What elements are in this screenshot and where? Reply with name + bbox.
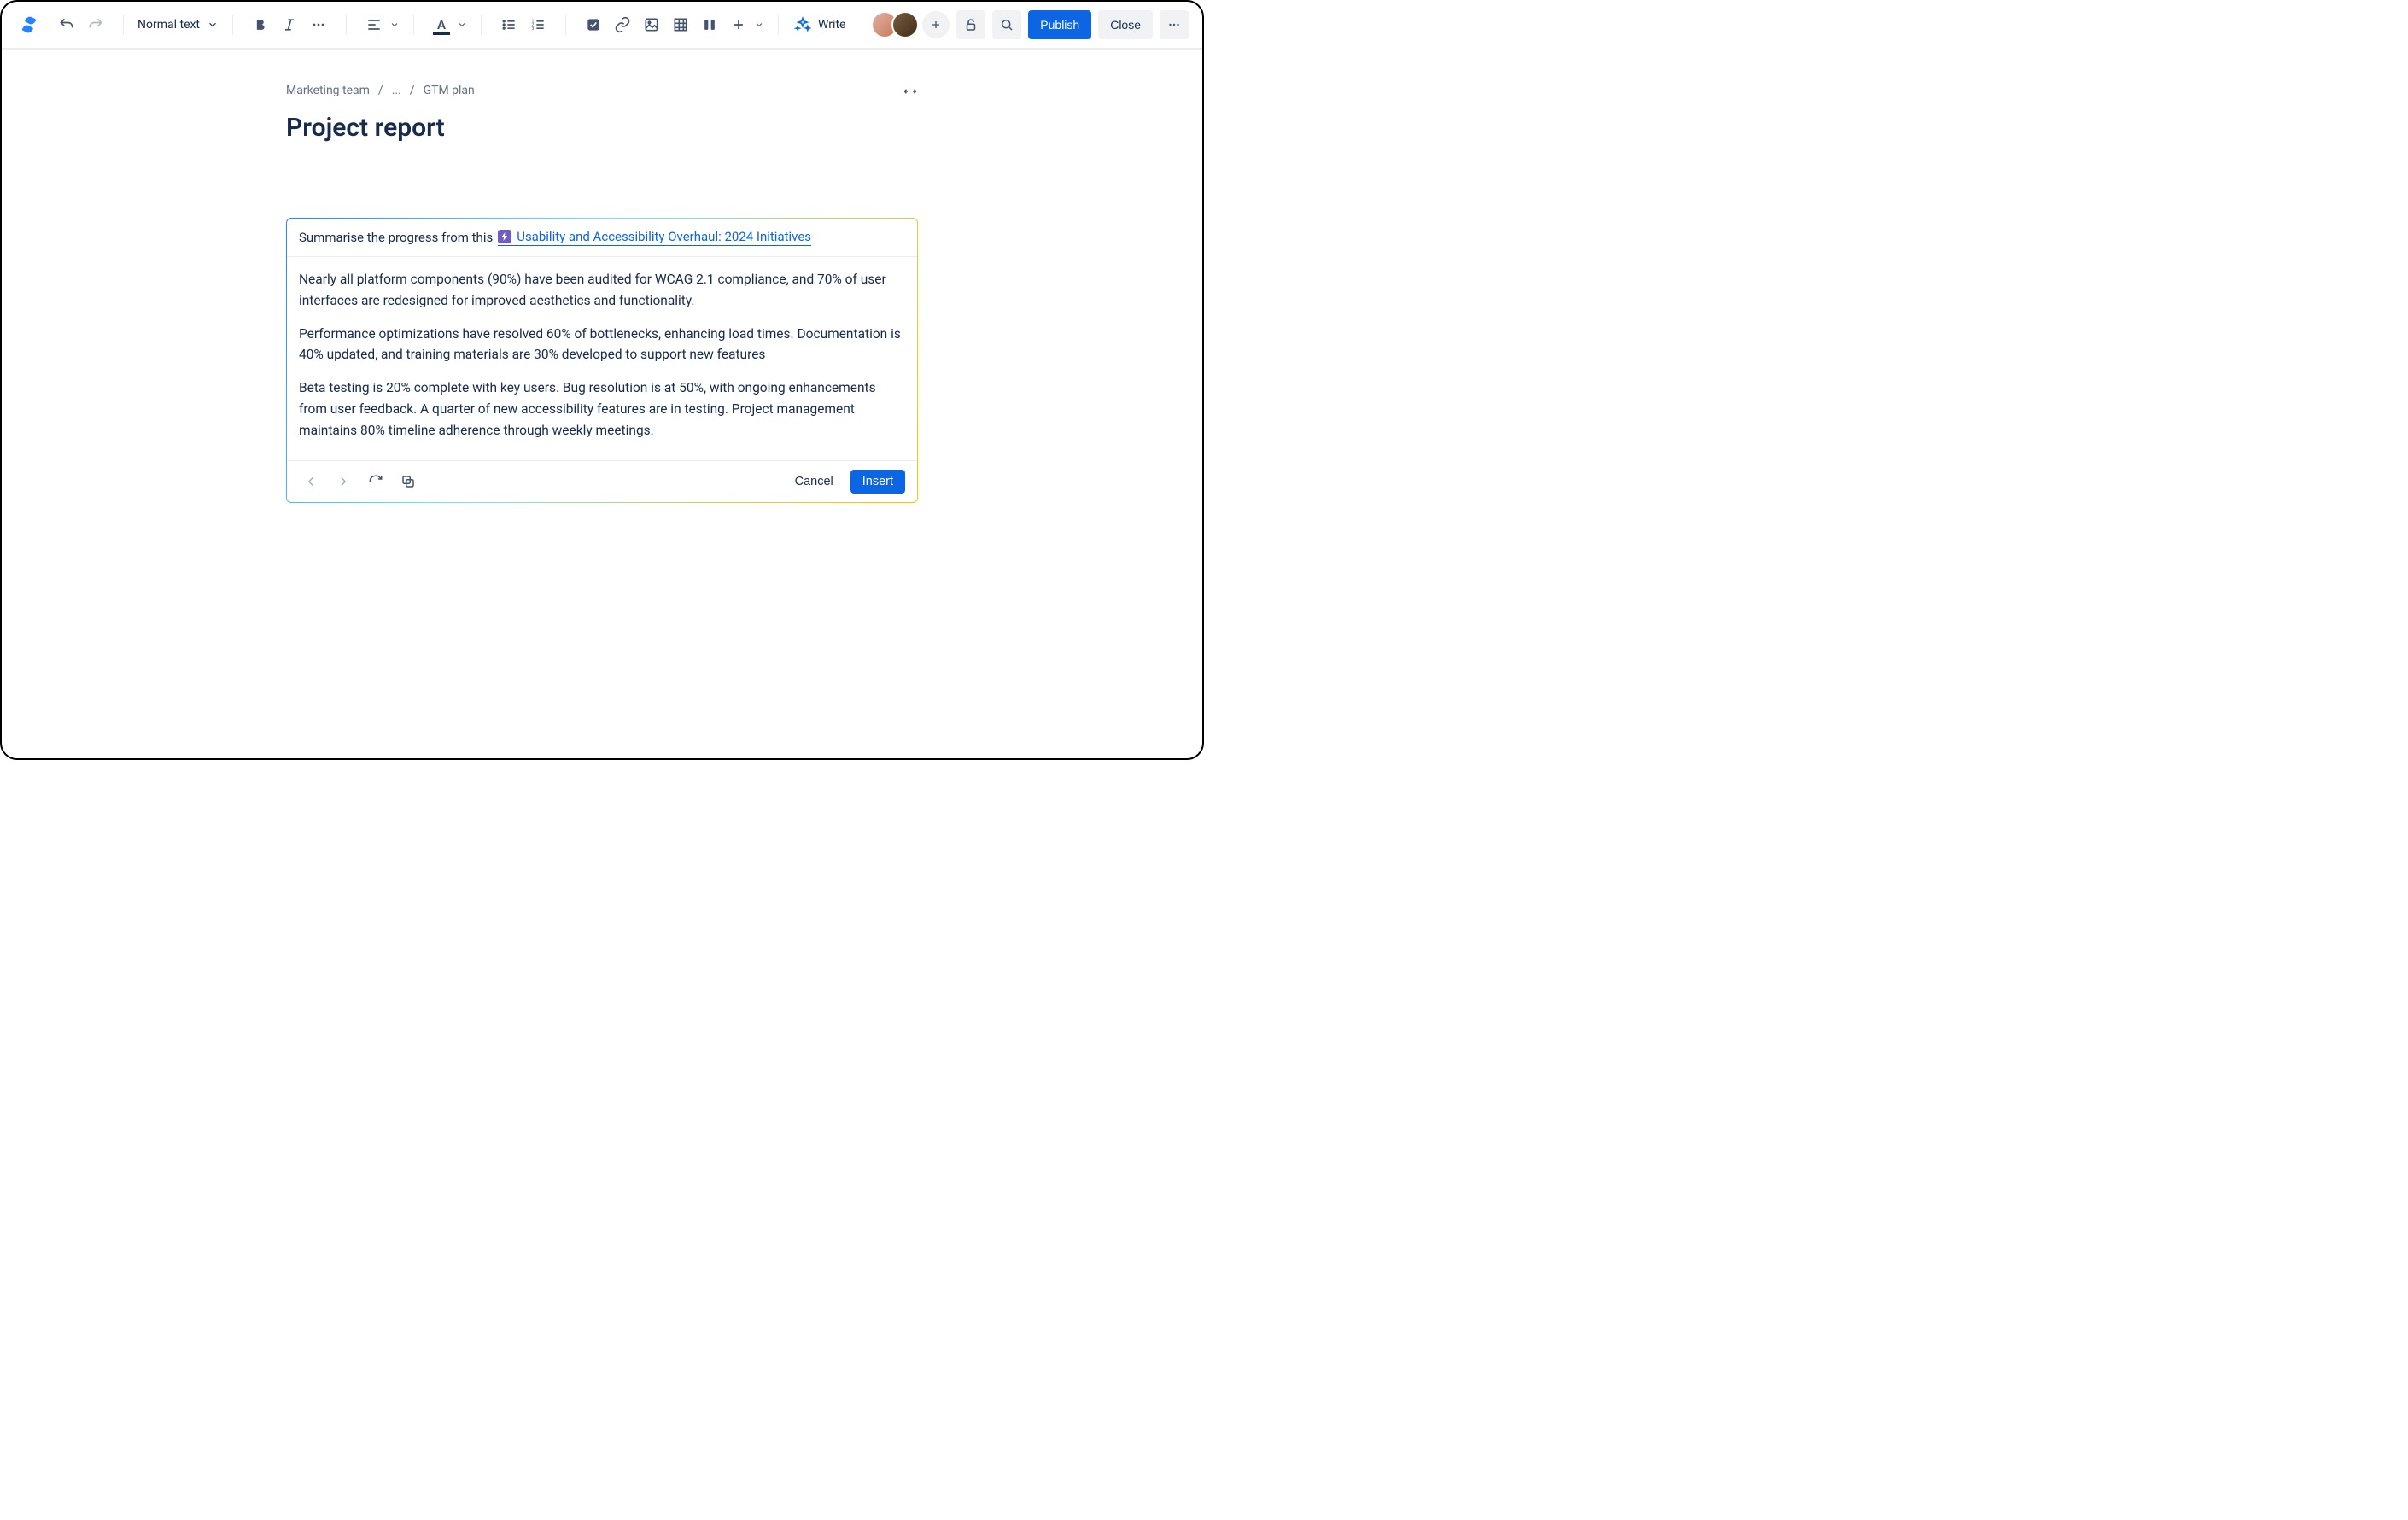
publish-button[interactable]: Publish (1028, 10, 1091, 39)
ai-prompt-text: Summarise the progress from this (299, 230, 493, 245)
chevron-down-icon[interactable] (389, 20, 400, 30)
page-title[interactable]: Project report (286, 113, 918, 143)
copy-button[interactable] (396, 470, 420, 494)
breadcrumb-sep: / (378, 84, 383, 97)
breadcrumb-item[interactable]: ... (392, 84, 401, 97)
breadcrumb-item[interactable]: GTM plan (424, 84, 475, 97)
ai-paragraph: Nearly all platform components (90%) hav… (299, 269, 905, 312)
action-item-icon[interactable] (580, 11, 607, 38)
ai-panel: Summarise the progress from this Usabili… (286, 218, 918, 503)
breadcrumb-item[interactable]: Marketing team (286, 84, 370, 97)
ai-paragraph: Beta testing is 20% complete with key us… (299, 377, 905, 441)
table-icon[interactable] (667, 11, 694, 38)
ai-response-body: Nearly all platform components (90%) hav… (287, 256, 917, 460)
presence-avatars (871, 11, 950, 38)
page-mention[interactable]: Usability and Accessibility Overhaul: 20… (498, 229, 811, 246)
width-toggle-button[interactable] (903, 84, 918, 99)
ai-prompt-row[interactable]: Summarise the progress from this Usabili… (287, 219, 917, 256)
bullet-list-icon[interactable] (495, 11, 523, 38)
breadcrumb: Marketing team / ... / GTM plan (286, 84, 918, 97)
insert-icon[interactable] (725, 11, 752, 38)
regenerate-button[interactable] (364, 470, 388, 494)
text-color-icon[interactable]: A (428, 11, 455, 38)
page-mention-label: Usability and Accessibility Overhaul: 20… (517, 229, 811, 244)
arrows-horizontal-icon (903, 84, 918, 99)
ai-footer: Cancel Insert (287, 460, 917, 502)
ai-insert-button[interactable]: Insert (850, 470, 905, 494)
more-actions-button[interactable] (1160, 10, 1189, 39)
align-icon[interactable] (360, 11, 388, 38)
numbered-list-icon[interactable]: 123 (524, 11, 552, 38)
undo-icon[interactable] (53, 11, 80, 38)
ai-paragraph: Performance optimizations have resolved … (299, 324, 905, 366)
text-style-select[interactable]: Normal text (131, 11, 225, 38)
link-icon[interactable] (609, 11, 636, 38)
editor-toolbar: Normal text A 123 (2, 2, 1202, 50)
restrictions-button[interactable] (956, 10, 985, 39)
ai-sparkle-icon (794, 16, 811, 33)
italic-icon[interactable] (276, 11, 303, 38)
page-mention-icon (498, 230, 511, 243)
bold-icon[interactable] (247, 11, 274, 38)
more-horizontal-icon (1166, 17, 1182, 32)
ai-write-label: Write (818, 18, 845, 32)
prev-suggestion-button (299, 470, 323, 494)
chevron-down-icon[interactable] (754, 20, 764, 30)
chevron-down-icon (207, 19, 219, 31)
chevron-down-icon[interactable] (457, 20, 467, 30)
more-formatting-icon[interactable] (305, 11, 332, 38)
image-icon[interactable] (638, 11, 665, 38)
find-button[interactable] (992, 10, 1021, 39)
close-button[interactable]: Close (1098, 10, 1153, 39)
ai-cancel-button[interactable]: Cancel (786, 470, 842, 494)
layouts-icon[interactable] (696, 11, 723, 38)
breadcrumb-sep: / (410, 84, 415, 97)
add-collaborator-button[interactable] (922, 11, 950, 38)
svg-text:3: 3 (532, 26, 535, 32)
avatar[interactable] (891, 11, 919, 38)
lock-open-icon (963, 17, 979, 32)
text-style-label: Normal text (137, 18, 200, 32)
ai-write-button[interactable]: Write (786, 11, 854, 38)
confluence-logo-icon[interactable] (15, 11, 43, 38)
next-suggestion-button (331, 470, 355, 494)
redo-icon[interactable] (82, 11, 109, 38)
search-icon (999, 17, 1014, 32)
